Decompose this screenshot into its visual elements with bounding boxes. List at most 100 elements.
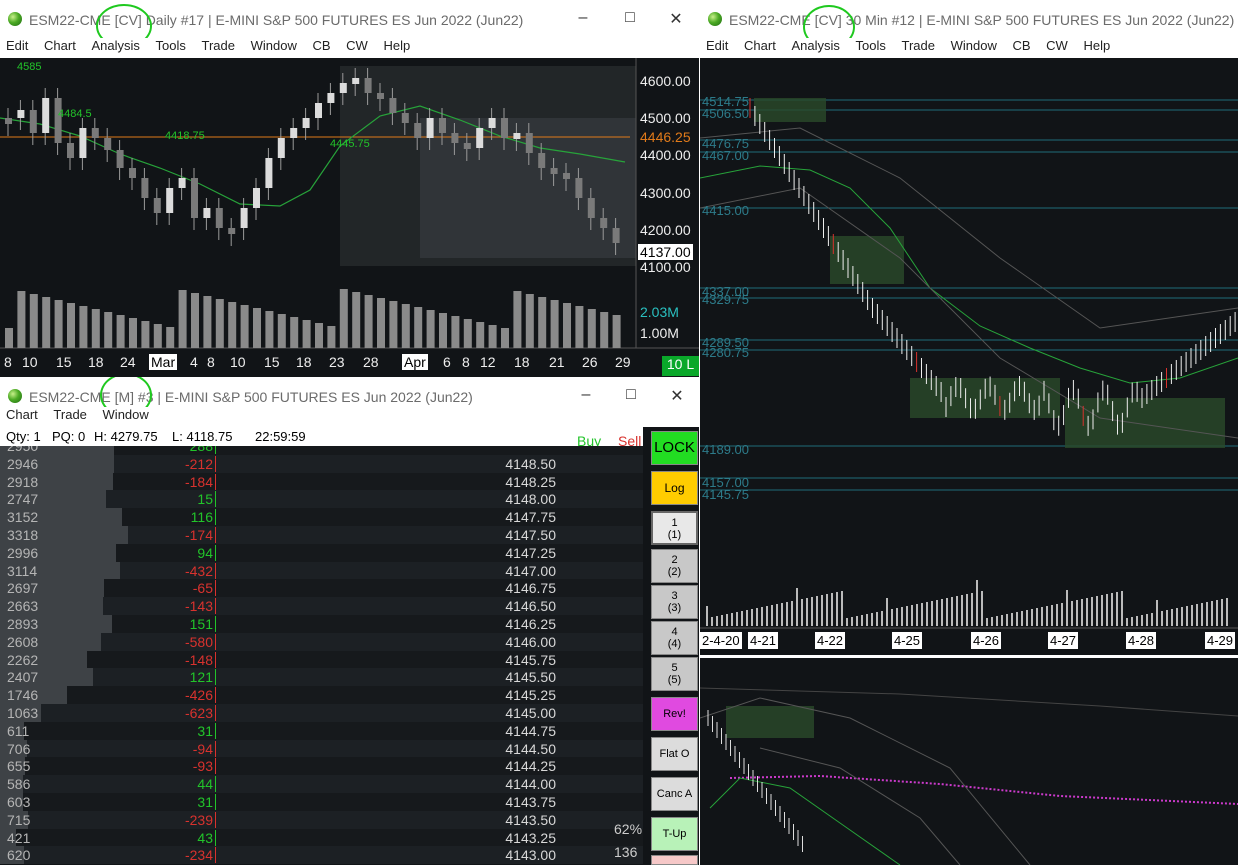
daily-chart-area[interactable]: 4600.00 4446.25 4500.00 4400.00 4300.00 … (0, 58, 699, 377)
t-up-button[interactable]: T-Up (651, 817, 698, 851)
price-level[interactable]: 4146.50 (505, 598, 556, 614)
lock-button[interactable]: LOCK (651, 431, 698, 465)
intraday-title-bar[interactable]: ESM22-CME [CV] 30 Min #12 | E-MINI S&P 5… (700, 0, 1238, 38)
menu-tools[interactable]: Tools (156, 38, 186, 53)
menu-cb[interactable]: CB (1012, 38, 1030, 53)
extra-button[interactable] (651, 855, 698, 865)
maximize-icon[interactable]: □ (620, 9, 640, 27)
close-icon[interactable]: ✕ (667, 386, 687, 406)
date-label: 18 (296, 354, 312, 370)
price-level[interactable]: 4147.75 (505, 509, 556, 525)
dom-row[interactable]: 2663 -143 4146.50 (0, 597, 643, 616)
dom-row[interactable]: 603 31 4143.75 (0, 793, 643, 811)
menu-window[interactable]: Window (951, 38, 997, 53)
menu-tools[interactable]: Tools (856, 38, 886, 53)
dom-row[interactable]: 2407 121 4145.50 (0, 668, 643, 687)
intraday-chart-area[interactable]: 4514.75 4506.50 4476.75 4467.00 4415.00 … (700, 58, 1238, 655)
qty-label[interactable]: Qty: 1 (6, 429, 41, 444)
flatten-button[interactable]: Flat O (651, 737, 698, 771)
price-level[interactable]: 4143.00 (505, 847, 556, 863)
dom-row[interactable]: 3152 116 4147.75 (0, 508, 643, 527)
dom-row[interactable]: 2747 15 4148.00 (0, 490, 643, 509)
price-level[interactable]: 4147.50 (505, 527, 556, 543)
price-level[interactable]: 4145.75 (505, 652, 556, 668)
price-level[interactable]: 4144.00 (505, 776, 556, 792)
menu-edit[interactable]: Edit (706, 38, 728, 53)
qty-2-button[interactable]: 2 (2) (651, 549, 698, 583)
minimize-icon[interactable]: – (576, 386, 596, 404)
qty-4-button[interactable]: 4 (4) (651, 621, 698, 655)
dom-row[interactable]: 2697 -65 4146.75 (0, 579, 643, 598)
log-button[interactable]: Log (651, 471, 698, 505)
price-level[interactable]: 4145.00 (505, 705, 556, 721)
price-level[interactable]: 4143.50 (505, 812, 556, 828)
price-level[interactable]: 4143.25 (505, 830, 556, 846)
qty-3-button[interactable]: 3 (3) (651, 585, 698, 619)
menu-chart[interactable]: Chart (6, 407, 38, 422)
dom-row[interactable]: 620 -234 4143.00 (0, 846, 643, 865)
lower-chart-area[interactable] (700, 658, 1238, 865)
menu-window[interactable]: Window (103, 407, 149, 422)
menu-trade[interactable]: Trade (53, 407, 86, 422)
price-level[interactable]: 4145.50 (505, 669, 556, 685)
dom-info-bar: Qty: 1 PQ: 0 H: 4279.75 L: 4118.75 22:59… (0, 427, 643, 446)
price-level[interactable]: 4145.25 (505, 687, 556, 703)
menu-edit[interactable]: Edit (6, 38, 28, 53)
menu-analysis[interactable]: Analysis (91, 38, 139, 53)
dom-row[interactable]: 421 43 4143.25 (0, 828, 643, 847)
dom-row[interactable]: 2996 94 4147.25 (0, 543, 643, 562)
delta-value: -143 (185, 598, 216, 615)
cancel-all-button[interactable]: Canc A (651, 777, 698, 811)
price-level[interactable]: 4148.00 (505, 491, 556, 507)
price-level[interactable]: 4148.25 (505, 474, 556, 490)
price-level[interactable]: 4147.00 (505, 563, 556, 579)
menu-cw[interactable]: CW (346, 38, 368, 53)
menu-window[interactable]: Window (251, 38, 297, 53)
dom-row[interactable]: 2893 151 4146.25 (0, 615, 643, 633)
dom-row[interactable]: 2946 -212 4148.50 (0, 454, 643, 473)
intraday-menu-bar: Edit Chart Analysis Tools Trade Window C… (700, 38, 1238, 58)
current-price-label: 4446.25 (640, 129, 691, 145)
price-level[interactable]: 4146.25 (505, 616, 556, 632)
qty-1-button[interactable]: 1 (1) (651, 511, 698, 545)
dom-row[interactable]: 611 31 4144.75 (0, 721, 643, 740)
last-price-label: 4137.00 (638, 244, 693, 260)
globe-icon (708, 12, 722, 26)
menu-trade[interactable]: Trade (201, 38, 234, 53)
price-level[interactable]: 4144.25 (505, 758, 556, 774)
menu-trade[interactable]: Trade (901, 38, 934, 53)
menu-help[interactable]: Help (1083, 38, 1110, 53)
dom-row[interactable]: 2608 -580 4146.00 (0, 632, 643, 651)
maximize-icon[interactable]: □ (621, 386, 641, 404)
menu-cb[interactable]: CB (312, 38, 330, 53)
dom-row[interactable]: 1746 -426 4145.25 (0, 686, 643, 705)
dom-row[interactable]: 706 -94 4144.50 (0, 739, 643, 758)
menu-chart[interactable]: Chart (744, 38, 776, 53)
daily-chart-window: ESM22-CME [CV] Daily #17 | E-MINI S&P 50… (0, 0, 699, 377)
price-level[interactable]: 4143.75 (505, 794, 556, 810)
menu-analysis[interactable]: Analysis (791, 38, 839, 53)
price-level[interactable]: 4148.50 (505, 456, 556, 472)
menu-chart[interactable]: Chart (44, 38, 76, 53)
close-icon[interactable]: ✕ (666, 9, 686, 29)
dom-row[interactable]: 715 -239 4143.50 (0, 810, 643, 829)
corner-label: 10 L (662, 356, 699, 376)
minimize-icon[interactable]: – (573, 9, 593, 27)
price-level[interactable]: 4147.25 (505, 545, 556, 561)
dom-row[interactable]: 2262 -148 4145.75 (0, 650, 643, 669)
price-level[interactable]: 4144.75 (505, 723, 556, 739)
qty-5-button[interactable]: 5 (5) (651, 657, 698, 691)
menu-help[interactable]: Help (383, 38, 410, 53)
dom-row[interactable]: 1063 -623 4145.00 (0, 704, 643, 722)
dom-row[interactable]: 655 -93 4144.25 (0, 757, 643, 776)
dom-row[interactable]: 3318 -174 4147.50 (0, 526, 643, 544)
reverse-button[interactable]: Rev! (651, 697, 698, 731)
price-level[interactable]: 4146.00 (505, 634, 556, 650)
dom-row[interactable]: 3114 -432 4147.00 (0, 561, 643, 580)
menu-cw[interactable]: CW (1046, 38, 1068, 53)
dom-row[interactable]: 2950 288 (0, 446, 643, 455)
price-level[interactable]: 4146.75 (505, 580, 556, 596)
dom-row[interactable]: 2918 -184 4148.25 (0, 472, 643, 491)
price-level[interactable]: 4144.50 (505, 741, 556, 757)
dom-row[interactable]: 586 44 4144.00 (0, 775, 643, 794)
